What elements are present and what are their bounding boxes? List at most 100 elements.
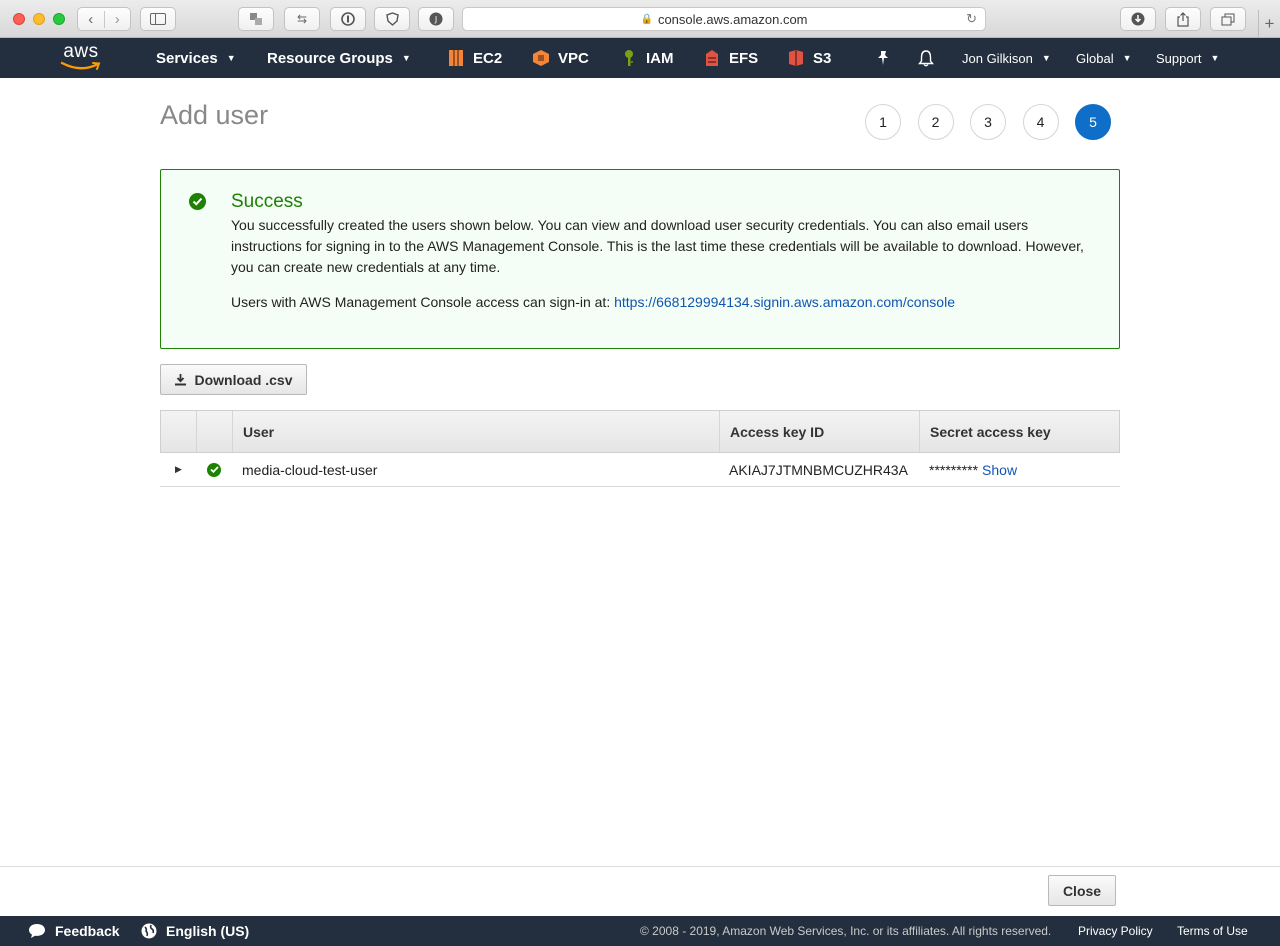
pin-button[interactable]	[876, 38, 890, 78]
feedback-label: Feedback	[55, 923, 120, 939]
json-icon: J	[429, 12, 443, 26]
extension-button-2[interactable]: ⇆	[284, 7, 320, 31]
shortcut-s3[interactable]: S3	[787, 38, 831, 78]
shortcut-label: EFS	[729, 49, 759, 67]
caret-right-icon: ▶	[175, 464, 182, 474]
account-menu[interactable]: Jon Gilkison ▼	[962, 38, 1051, 78]
cell-user: media-cloud-test-user	[242, 461, 378, 478]
new-tab-button[interactable]: +	[1258, 10, 1280, 38]
browser-toolbar: ‹ › ⇆ J 🔒 console.aws.amazon.com ↻ +	[0, 0, 1280, 38]
chevron-down-icon: ▼	[1210, 53, 1220, 63]
shortcut-efs[interactable]: EFS	[703, 38, 758, 78]
notifications-button[interactable]	[918, 38, 934, 78]
table-header: User Access key ID Secret access key	[160, 410, 1120, 453]
shortcut-label: EC2	[473, 49, 503, 67]
shortcut-iam[interactable]: IAM	[620, 38, 674, 78]
secret-masked: *********	[929, 461, 979, 478]
step-3[interactable]: 3	[970, 104, 1006, 140]
row-status	[196, 453, 232, 487]
console-footer: Feedback English (US) © 2008 - 2019, Ama…	[0, 916, 1280, 946]
shortcut-vpc[interactable]: VPC	[532, 38, 589, 78]
language-selector[interactable]: English (US)	[141, 916, 249, 946]
downloads-button[interactable]	[1120, 7, 1156, 31]
language-label: English (US)	[166, 923, 250, 939]
signin-url-link[interactable]: https://668129994134.signin.aws.amazon.c…	[614, 294, 955, 310]
ublock-button[interactable]	[374, 7, 410, 31]
back-forward-buttons[interactable]: ‹ ›	[77, 7, 131, 31]
shortcut-ec2[interactable]: EC2	[447, 38, 502, 78]
download-icon	[1131, 12, 1145, 26]
download-icon	[175, 374, 187, 386]
share-icon	[1177, 11, 1189, 27]
step-2[interactable]: 2	[917, 104, 954, 140]
iam-key-icon	[620, 49, 638, 67]
column-header-secret-access-key[interactable]: Secret access key	[920, 411, 1119, 452]
expand-column-header	[161, 411, 197, 452]
feedback-button[interactable]: Feedback	[28, 916, 120, 946]
extension-button-1[interactable]	[238, 7, 274, 31]
address-bar[interactable]: 🔒 console.aws.amazon.com ↻	[462, 7, 986, 31]
region-label: Global	[1076, 50, 1114, 66]
shield-icon	[385, 12, 399, 26]
check-circle-icon	[189, 193, 206, 210]
s3-bucket-icon	[787, 49, 805, 67]
download-csv-button[interactable]: Download .csv	[160, 364, 307, 395]
services-menu[interactable]: Services ▼	[156, 38, 236, 78]
show-secret-link[interactable]: Show	[982, 462, 1017, 478]
credentials-table: User Access key ID Secret access key ▶ m…	[160, 410, 1120, 487]
efs-icon	[703, 49, 721, 67]
chevron-down-icon: ▼	[226, 53, 236, 63]
expand-row-button[interactable]: ▶	[160, 453, 196, 487]
extension-icon	[250, 13, 262, 25]
share-button[interactable]	[1165, 7, 1201, 31]
resource-groups-menu[interactable]: Resource Groups ▼	[267, 38, 411, 78]
download-csv-label: Download .csv	[194, 371, 293, 388]
step-4[interactable]: 4	[1022, 104, 1059, 140]
chevron-down-icon: ▼	[1041, 53, 1051, 63]
shortcut-label: S3	[813, 49, 832, 67]
step-1[interactable]: 1	[865, 104, 901, 140]
aws-logo[interactable]: aws	[58, 42, 104, 74]
minimize-window-button[interactable]	[33, 13, 45, 25]
tabs-overview-button[interactable]	[1210, 7, 1246, 31]
reload-icon[interactable]: ↻	[966, 11, 977, 27]
column-header-access-key-id[interactable]: Access key ID	[720, 411, 920, 452]
privacy-policy-link[interactable]: Privacy Policy	[1078, 916, 1153, 946]
success-alert: Success You successfully created the use…	[160, 169, 1120, 349]
shortcut-label: IAM	[646, 49, 674, 67]
services-label: Services	[156, 49, 218, 67]
pin-icon	[878, 51, 888, 65]
tabs-icon	[1221, 13, 1235, 25]
aws-top-nav: aws Services ▼ Resource Groups ▼ EC2 VPC…	[0, 38, 1280, 78]
support-label: Support	[1156, 50, 1202, 66]
terms-of-use-link[interactable]: Terms of Use	[1177, 916, 1248, 946]
signin-info: Users with AWS Management Console access…	[231, 294, 955, 310]
wizard-steps: 1 2 3 4 5	[865, 104, 1128, 140]
zoom-window-button[interactable]	[53, 13, 65, 25]
region-menu[interactable]: Global ▼	[1076, 38, 1132, 78]
support-menu[interactable]: Support ▼	[1156, 38, 1219, 78]
cell-secret-access-key: ********* Show	[919, 453, 1118, 487]
password-manager-button[interactable]	[330, 7, 366, 31]
table-row: ▶ media-cloud-test-user AKIAJ7JTMNBMCUZH…	[160, 453, 1120, 487]
url-text: console.aws.amazon.com	[657, 11, 808, 27]
close-button[interactable]: Close	[1048, 875, 1116, 906]
sidebar-toggle-button[interactable]	[140, 7, 176, 31]
globe-icon	[141, 923, 157, 939]
column-header-user[interactable]: User	[233, 411, 720, 452]
back-icon[interactable]: ‹	[78, 10, 105, 28]
vpc-icon	[532, 49, 550, 67]
step-5-active: 5	[1075, 104, 1111, 140]
success-title: Success	[231, 191, 303, 212]
signin-prefix: Users with AWS Management Console access…	[231, 294, 611, 310]
extension-button-3[interactable]: J	[418, 7, 454, 31]
lock-icon: 🔒	[640, 13, 653, 25]
forward-icon[interactable]: ›	[105, 11, 131, 28]
speech-bubble-icon	[29, 924, 45, 938]
close-window-button[interactable]	[13, 13, 25, 25]
shortcut-label: VPC	[558, 49, 589, 67]
account-name: Jon Gilkison	[962, 50, 1033, 66]
copyright-text: © 2008 - 2019, Amazon Web Services, Inc.…	[640, 924, 1052, 938]
password-manager-icon	[341, 12, 355, 26]
sidebar-icon	[150, 13, 166, 25]
